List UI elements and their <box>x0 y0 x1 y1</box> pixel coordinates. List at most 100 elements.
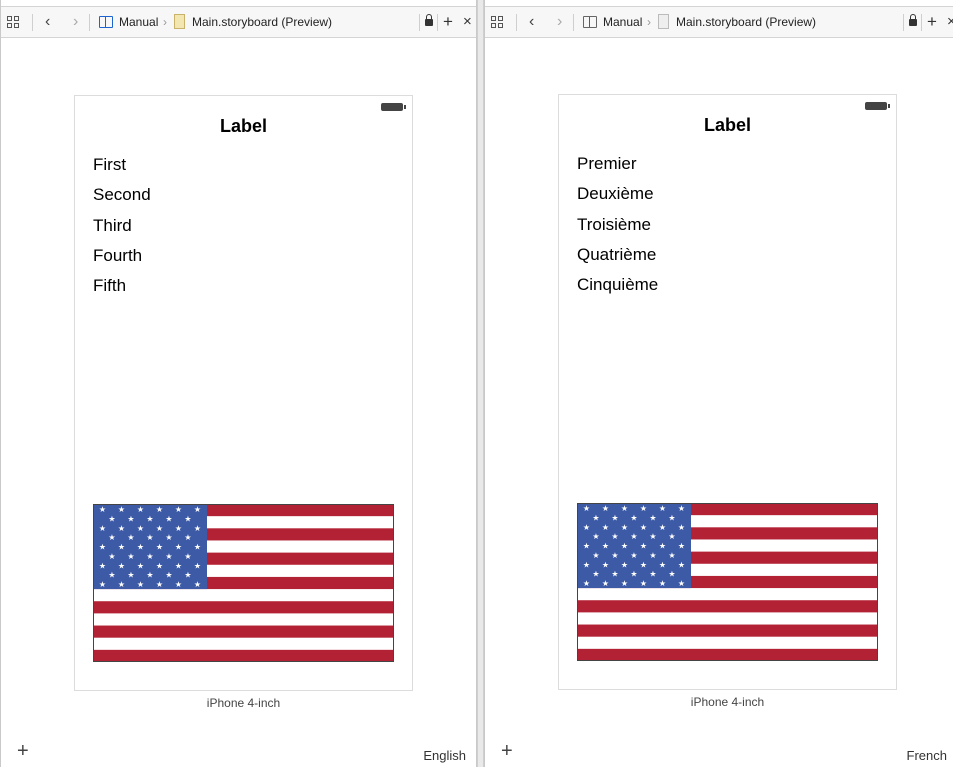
grid-icon[interactable] <box>7 16 19 28</box>
svg-text:★: ★ <box>678 504 685 513</box>
svg-text:★: ★ <box>99 524 106 533</box>
list-item: Second <box>93 185 151 205</box>
split-view-icon[interactable] <box>583 16 597 28</box>
svg-text:★: ★ <box>630 570 637 579</box>
svg-text:★: ★ <box>592 513 599 522</box>
svg-text:★: ★ <box>137 561 144 570</box>
svg-text:★: ★ <box>602 542 609 551</box>
svg-text:★: ★ <box>165 533 172 542</box>
svg-text:★: ★ <box>621 560 628 569</box>
svg-text:★: ★ <box>175 505 182 514</box>
storyboard-file-icon <box>658 14 669 29</box>
svg-text:★: ★ <box>146 552 153 561</box>
svg-text:★: ★ <box>127 552 134 561</box>
svg-text:★: ★ <box>611 513 618 522</box>
svg-text:★: ★ <box>118 561 125 570</box>
svg-text:★: ★ <box>649 570 656 579</box>
svg-text:★: ★ <box>592 532 599 541</box>
svg-text:★: ★ <box>194 580 201 589</box>
svg-text:★: ★ <box>184 533 191 542</box>
toolbar-separator <box>903 14 904 31</box>
language-selector[interactable]: French <box>907 748 947 763</box>
svg-text:★: ★ <box>678 579 685 588</box>
list-item: Cinquième <box>577 275 659 295</box>
plus-icon[interactable]: + <box>927 7 937 37</box>
chevron-left-icon[interactable]: ‹ <box>529 7 534 37</box>
device-caption: iPhone 4-inch <box>690 695 765 709</box>
close-icon[interactable]: × <box>947 7 953 37</box>
language-selector[interactable]: English <box>423 748 466 763</box>
svg-text:★: ★ <box>99 580 106 589</box>
svg-text:★: ★ <box>592 551 599 560</box>
svg-text:★: ★ <box>175 580 182 589</box>
svg-text:★: ★ <box>99 561 106 570</box>
svg-text:★: ★ <box>156 524 163 533</box>
us-flag-image: ★ ★ ★ ★ ★ ★★ ★ ★ ★ ★★ ★ ★ ★ ★ ★★ ★ ★ ★ ★★ ★ ★ ★ ★ ★★ ★ ★ ★ ★★ ★ ★ ★ ★ ★★… <box>93 504 394 662</box>
close-icon[interactable]: × <box>463 7 472 37</box>
svg-text:★: ★ <box>156 561 163 570</box>
svg-text:★: ★ <box>184 552 191 561</box>
svg-text:★: ★ <box>640 560 647 569</box>
svg-text:★: ★ <box>118 524 125 533</box>
split-view-icon[interactable] <box>99 16 113 28</box>
toolbar-separator <box>437 14 438 31</box>
svg-text:★: ★ <box>137 505 144 514</box>
svg-text:★: ★ <box>602 504 609 513</box>
grid-icon[interactable] <box>491 16 503 28</box>
breadcrumb-group[interactable]: Manual <box>119 7 158 37</box>
svg-text:★: ★ <box>659 560 666 569</box>
svg-text:★: ★ <box>127 514 134 523</box>
breadcrumb-group[interactable]: Manual <box>603 7 642 37</box>
device-screen: Label First Second Third Fourth Fifth ★ ★… <box>74 95 413 691</box>
chevron-right-icon[interactable]: › <box>73 7 78 37</box>
svg-text:★: ★ <box>118 543 125 552</box>
plus-icon[interactable]: + <box>443 7 453 37</box>
list-item: Quatrième <box>577 244 657 264</box>
svg-text:★: ★ <box>640 579 647 588</box>
svg-text:★: ★ <box>118 580 125 589</box>
svg-text:★: ★ <box>621 579 628 588</box>
chevron-left-icon[interactable]: ‹ <box>45 7 50 37</box>
list-item: Premier <box>577 154 637 173</box>
list-item: Fourth <box>93 245 143 265</box>
jump-bar: ‹ › Manual › Main.storyboard (Preview) +… <box>1 6 476 38</box>
chevron-right-icon[interactable]: › <box>557 7 562 37</box>
svg-text:★: ★ <box>194 543 201 552</box>
svg-text:★: ★ <box>127 571 134 580</box>
list-item: Deuxième <box>577 184 654 204</box>
svg-text:★: ★ <box>678 542 685 551</box>
toolbar-separator <box>921 14 922 31</box>
svg-text:★: ★ <box>156 580 163 589</box>
svg-text:★: ★ <box>108 514 115 523</box>
svg-text:★: ★ <box>583 579 590 588</box>
pane-divider[interactable] <box>477 0 484 767</box>
svg-text:★: ★ <box>611 532 618 541</box>
svg-text:★: ★ <box>649 532 656 541</box>
lock-icon[interactable] <box>909 14 917 26</box>
svg-text:★: ★ <box>678 523 685 532</box>
svg-text:★: ★ <box>640 504 647 513</box>
svg-text:★: ★ <box>194 561 201 570</box>
list-item: First <box>93 155 127 174</box>
breadcrumb-file[interactable]: Main.storyboard (Preview) <box>676 7 816 37</box>
svg-text:★: ★ <box>583 542 590 551</box>
svg-text:★: ★ <box>583 523 590 532</box>
plus-icon[interactable]: + <box>501 740 513 763</box>
breadcrumb-separator-icon: › <box>163 15 167 29</box>
svg-text:★: ★ <box>678 560 685 569</box>
lock-icon[interactable] <box>425 14 433 26</box>
svg-text:★: ★ <box>137 580 144 589</box>
svg-text:★: ★ <box>630 551 637 560</box>
jump-bar: ‹ › Manual › Main.storyboard (Preview) +… <box>485 6 953 38</box>
svg-text:★: ★ <box>630 532 637 541</box>
svg-text:★: ★ <box>611 551 618 560</box>
ordinal-list: Premier Deuxième Troisième Quatrième Cin… <box>577 151 658 302</box>
svg-text:★: ★ <box>165 571 172 580</box>
plus-icon[interactable]: + <box>17 740 29 763</box>
toolbar-separator <box>516 14 517 31</box>
svg-text:★: ★ <box>108 571 115 580</box>
svg-text:★: ★ <box>659 504 666 513</box>
storyboard-file-icon <box>174 14 185 29</box>
breadcrumb-file[interactable]: Main.storyboard (Preview) <box>192 7 332 37</box>
svg-text:★: ★ <box>621 523 628 532</box>
